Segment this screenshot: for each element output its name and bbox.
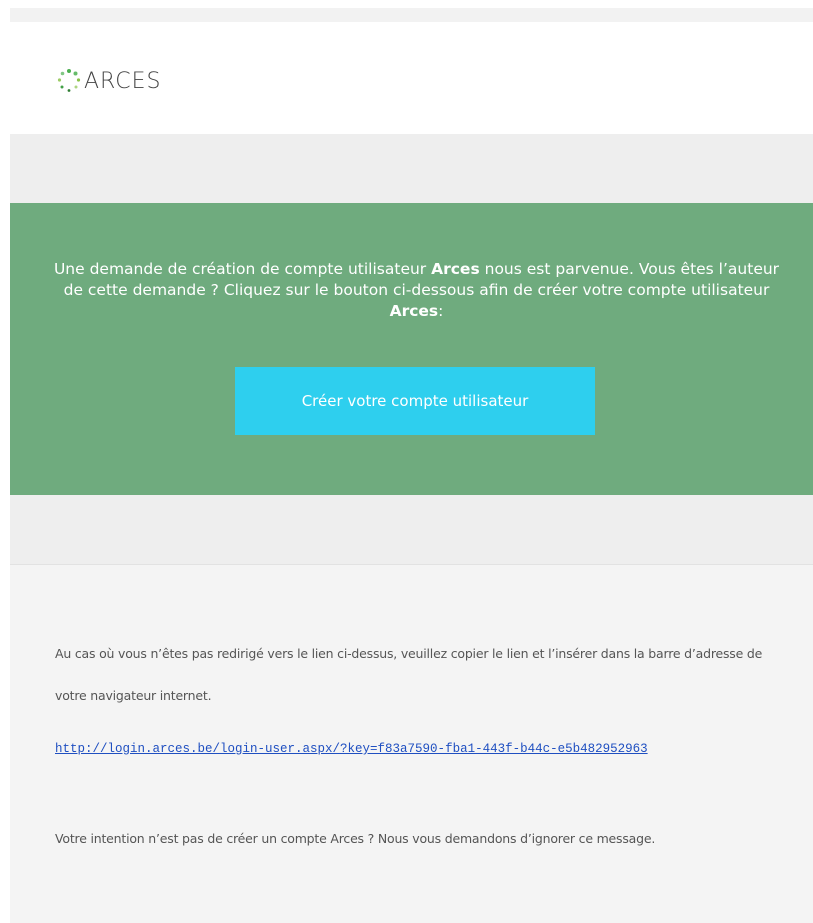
email-footer: Au cas où vous n’êtes pas redirigé vers … — [10, 565, 813, 923]
ignore-notice: Votre intention n’est pas de créer un co… — [55, 831, 656, 846]
hero-text-c: : — [438, 302, 444, 320]
dotted-circle-icon — [57, 69, 81, 92]
logo-text: ARCES — [84, 68, 162, 94]
email-header: ARCES — [10, 22, 813, 134]
hero-text-a: Une demande de création de compte utilis… — [53, 260, 432, 278]
redirect-instructions: Au cas où vous n’êtes pas redirigé vers … — [55, 646, 763, 703]
hero-section: Une demande de création de compte utilis… — [10, 203, 813, 495]
create-account-button[interactable]: Créer votre compte utilisateur — [235, 367, 595, 435]
hero-brand-2: Arces — [389, 302, 439, 320]
account-link[interactable]: http://login.arces.be/login-user.aspx/?k… — [55, 731, 785, 767]
arces-logo: ARCES — [56, 68, 161, 94]
hero-message: Une demande de création de compte utilis… — [50, 259, 783, 322]
gray-spacer-top — [10, 134, 813, 203]
gray-spacer-bottom — [10, 495, 813, 565]
email-container: ARCES Une demande de création de compte … — [10, 8, 813, 923]
top-strip — [10, 8, 813, 22]
hero-brand-1: Arces — [431, 260, 480, 278]
